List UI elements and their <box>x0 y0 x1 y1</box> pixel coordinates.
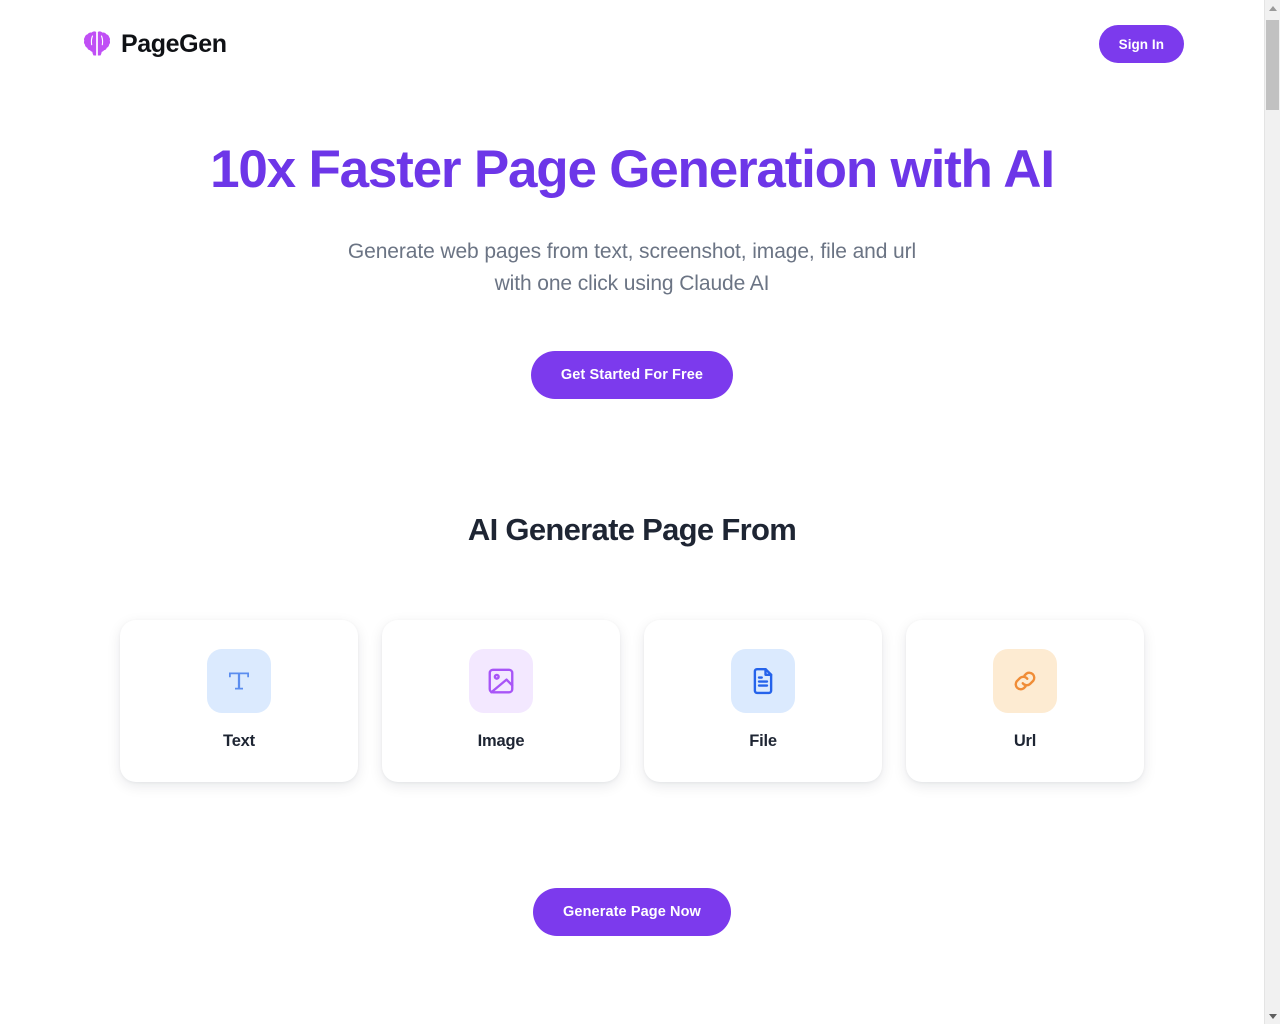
source-card-label: Url <box>1013 732 1037 750</box>
get-started-button[interactable]: Get Started For Free <box>530 351 734 399</box>
section-title: AI Generate Page From <box>467 512 797 547</box>
brand-logo[interactable]: PageGen <box>82 29 227 59</box>
scrollbar-thumb[interactable] <box>1266 20 1279 110</box>
source-card-label: Image <box>477 732 525 750</box>
source-card-file[interactable]: File <box>644 620 882 782</box>
source-card-url[interactable]: Url <box>906 620 1144 782</box>
site-header: PageGen Sign In <box>0 0 1264 88</box>
page-scrollbar[interactable] <box>1264 0 1280 1024</box>
url-icon-tile <box>993 649 1057 713</box>
source-card-label: Text <box>223 732 255 750</box>
file-document-icon <box>753 667 773 695</box>
generate-cta-row: Generate Page Now <box>0 888 1264 936</box>
brand-name: PageGen <box>121 29 227 58</box>
source-card-image[interactable]: Image <box>382 620 620 782</box>
sign-in-button[interactable]: Sign In <box>1098 25 1184 63</box>
text-icon-tile <box>207 649 271 713</box>
source-card-grid: Text Image File Url <box>0 620 1264 782</box>
page-viewport: PageGen Sign In 10x Faster Page Generati… <box>0 0 1264 1024</box>
generate-from-section: AI Generate Page From Text Image File Ur… <box>0 510 1264 782</box>
hero-subtitle-line-1: Generate web pages from text, screenshot… <box>347 240 917 263</box>
hero-subtitle: Generate web pages from text, screenshot… <box>0 236 1264 300</box>
image-icon-tile <box>469 649 533 713</box>
hero-cta-row: Get Started For Free <box>0 351 1264 399</box>
hero-subtitle-line-2: with one click using Claude AI <box>494 272 770 295</box>
source-card-label: File <box>749 732 777 750</box>
page-title: 10x Faster Page Generation with AI <box>210 140 1055 199</box>
image-picture-icon <box>488 668 514 694</box>
brain-logo-icon <box>83 31 111 56</box>
link-chain-icon <box>1014 671 1036 691</box>
source-card-text[interactable]: Text <box>120 620 358 782</box>
scroll-up-arrow-icon[interactable] <box>1265 0 1280 16</box>
file-icon-tile <box>731 649 795 713</box>
generate-page-now-button[interactable]: Generate Page Now <box>533 888 731 936</box>
scroll-down-arrow-icon[interactable] <box>1265 1008 1280 1024</box>
text-t-icon <box>229 672 249 690</box>
hero-section: 10x Faster Page Generation with AI Gener… <box>0 88 1264 399</box>
